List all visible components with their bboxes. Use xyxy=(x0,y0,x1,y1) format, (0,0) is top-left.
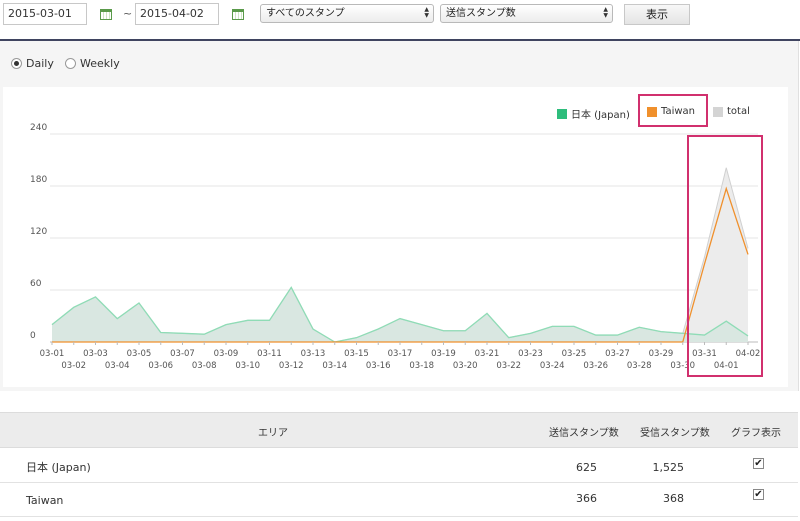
legend-swatch xyxy=(557,108,567,119)
series-area-japan xyxy=(52,287,748,342)
header-sent: 送信スタンプ数 xyxy=(549,428,619,439)
row-received-taiwan: 368 xyxy=(663,492,684,505)
x-tick-label: 03-23 xyxy=(518,349,543,359)
highlight-box-legend xyxy=(638,94,708,127)
x-tick-label: 03-04 xyxy=(105,361,130,371)
x-tick-label: 03-07 xyxy=(170,349,195,359)
graph-checkbox-taiwan[interactable]: ✔ xyxy=(753,489,764,500)
x-tick-label: 03-10 xyxy=(235,361,260,371)
row-received-japan: 1,525 xyxy=(652,461,685,474)
y-tick-label: 120 xyxy=(30,227,47,237)
x-tick-label: 03-16 xyxy=(366,361,391,371)
header-area: エリア xyxy=(258,428,288,439)
row-area-taiwan: Taiwan xyxy=(26,494,64,507)
x-tick-label: 03-15 xyxy=(344,349,369,359)
x-tick-label: 03-02 xyxy=(61,361,86,371)
legend-swatch xyxy=(713,106,723,117)
x-tick-label: 03-01 xyxy=(40,349,65,359)
series-area-total xyxy=(52,167,748,342)
x-tick-label: 03-24 xyxy=(540,361,565,371)
y-tick-label: 60 xyxy=(30,279,42,289)
header-graph: グラフ表示 xyxy=(731,428,781,439)
highlight-box-peak xyxy=(687,135,763,377)
row-sent-japan: 625 xyxy=(576,461,597,474)
header-received: 受信スタンプ数 xyxy=(640,428,710,439)
row-area-japan: 日本 (Japan) xyxy=(26,461,91,474)
x-tick-label: 03-14 xyxy=(322,361,347,371)
row-sent-taiwan: 366 xyxy=(576,492,597,505)
legend-total[interactable]: total xyxy=(713,106,750,117)
x-tick-label: 03-18 xyxy=(409,361,434,371)
x-tick-label: 03-27 xyxy=(605,349,630,359)
x-tick-label: 03-06 xyxy=(148,361,173,371)
x-tick-label: 03-08 xyxy=(192,361,217,371)
y-tick-label: 240 xyxy=(30,123,47,133)
legend-label: 日本 (Japan) xyxy=(571,110,630,121)
area-chart: 0 60 120 180 240 03-01 03-02 03-03 03-04 03-05 03-… xyxy=(30,123,760,371)
legend-japan[interactable]: 日本 (Japan) xyxy=(557,106,630,121)
x-tick-label: 03-20 xyxy=(453,361,478,371)
x-tick-label: 03-21 xyxy=(475,349,500,359)
series-line-total xyxy=(51,167,749,343)
x-tick-label: 03-22 xyxy=(496,361,521,371)
graph-checkbox-japan[interactable]: ✔ xyxy=(753,458,764,469)
x-tick-label: 03-19 xyxy=(431,349,456,359)
row-divider xyxy=(0,516,798,517)
x-tick-label: 03-12 xyxy=(279,361,304,371)
x-tick-label: 03-03 xyxy=(83,349,108,359)
x-tick-label: 03-26 xyxy=(583,361,608,371)
x-tick-label: 03-17 xyxy=(388,349,413,359)
row-divider xyxy=(0,482,798,483)
x-tick-label: 03-09 xyxy=(214,349,239,359)
x-tick-label: 03-25 xyxy=(562,349,587,359)
x-tick-label: 03-29 xyxy=(649,349,674,359)
y-tick-label: 0 xyxy=(30,331,36,341)
legend-label: total xyxy=(727,106,750,117)
x-tick-label: 03-11 xyxy=(257,349,282,359)
x-tick-label: 03-13 xyxy=(301,349,326,359)
x-tick-label: 03-28 xyxy=(627,361,652,371)
y-tick-label: 180 xyxy=(30,175,47,185)
x-tick-label: 03-05 xyxy=(127,349,152,359)
